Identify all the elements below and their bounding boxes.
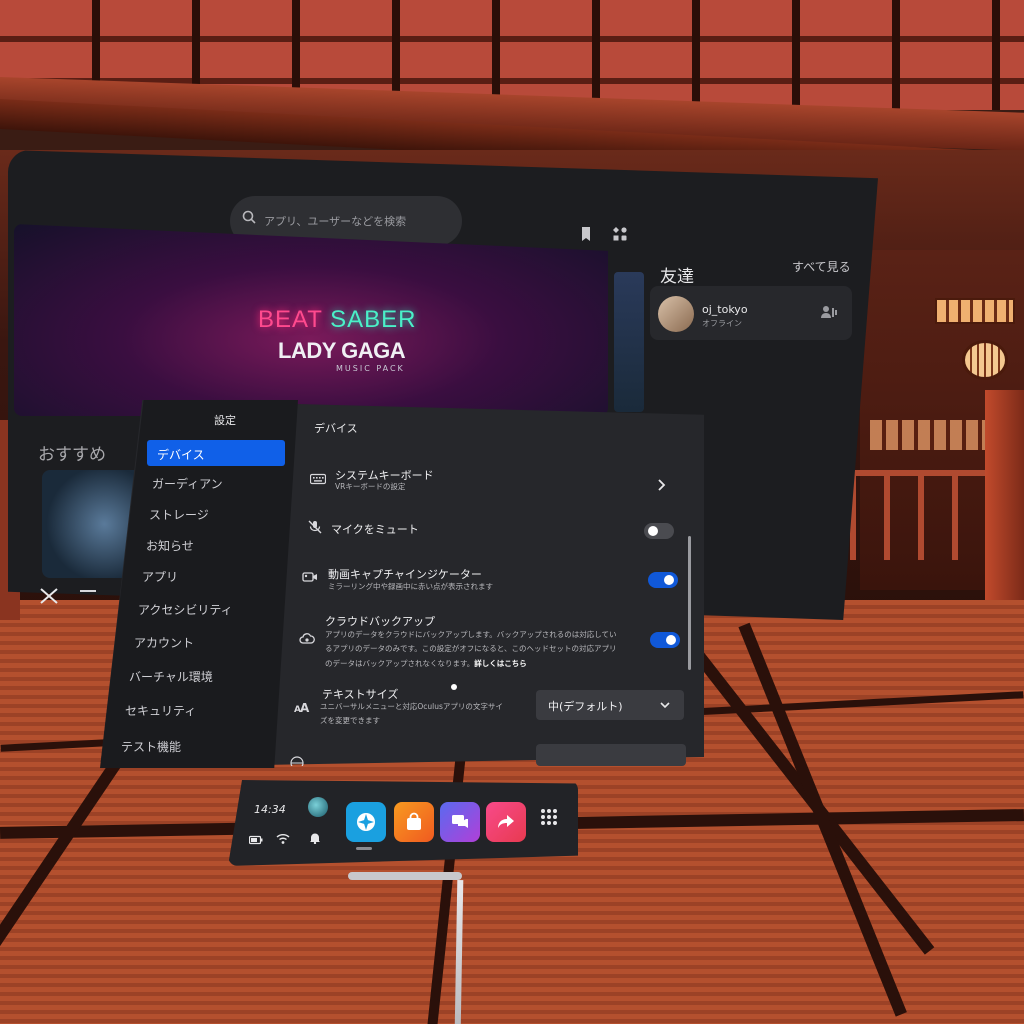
friend-card[interactable]: oj_tokyo オフライン	[650, 286, 852, 340]
sidebar-item-guardian[interactable]: ガーディアン	[152, 475, 223, 492]
capture-indicator-toggle[interactable]	[648, 572, 678, 588]
hero-artist: LADY GAGA	[278, 338, 406, 363]
bookmark-icon[interactable]	[578, 226, 594, 242]
lit-windows	[935, 298, 1015, 324]
wifi-icon[interactable]	[276, 833, 290, 845]
compass-icon	[357, 813, 375, 831]
sidebar-item-accessibility[interactable]: アクセシビリティ	[138, 601, 233, 618]
mic-muted-icon	[308, 520, 322, 534]
next-banner-preview[interactable]	[614, 272, 644, 412]
avatar[interactable]	[308, 797, 328, 817]
globe-icon	[290, 756, 304, 766]
svg-text:A: A	[300, 701, 310, 714]
friend-status: オフライン	[702, 319, 742, 328]
video-camera-icon	[302, 572, 317, 582]
capture-indicator-desc: ミラーリング中や録画中に赤い点が表示されます	[328, 582, 493, 591]
avatar	[658, 296, 694, 332]
cloud-backup-label: クラウドバックアップ	[325, 615, 435, 628]
text-size-desc: ユニバーサルメニューと対応Oculusアプリの文字サイ ズを変更できます	[320, 702, 503, 726]
pointer-dot	[451, 684, 457, 690]
pane-title: デバイス	[314, 422, 358, 435]
learn-more-link[interactable]: 詳しくはこちら	[474, 659, 527, 668]
battery-icon[interactable]	[249, 834, 263, 846]
sidebar-item-account[interactable]: アカウント	[134, 634, 194, 651]
cloud-backup-toggle[interactable]	[650, 632, 680, 648]
sidebar-item-device[interactable]: デバイス	[147, 440, 285, 466]
search-placeholder: アプリ、ユーザーなどを検索	[264, 215, 407, 228]
hero-subtitle: MUSIC PACK	[336, 364, 405, 373]
share-arrow-icon	[498, 815, 514, 828]
social-app-button[interactable]	[440, 802, 480, 842]
wooden-pillar	[985, 390, 1024, 630]
scrollbar[interactable]	[688, 536, 691, 670]
mic-mute-toggle[interactable]	[644, 523, 674, 539]
sidebar-item-virtual-environment[interactable]: バーチャル環境	[129, 668, 213, 685]
keyboard-icon	[310, 473, 326, 485]
search-icon	[242, 210, 256, 224]
close-icon[interactable]	[38, 586, 60, 606]
chevron-right-icon	[658, 479, 666, 491]
controller-pointer-handle	[348, 872, 462, 880]
sidebar-item-notifications[interactable]: お知らせ	[146, 537, 194, 554]
minimize-button[interactable]	[80, 590, 96, 592]
sidebar-item-experimental[interactable]: テスト機能	[121, 738, 181, 755]
balcony-railing	[850, 470, 1000, 560]
cloud-backup-desc: アプリのデータをクラウドにバックアップします。バックアップされるのは対応してい …	[325, 630, 617, 668]
keyboard-desc: VRキーボードの設定	[335, 482, 406, 491]
sidebar-item-apps[interactable]: アプリ	[142, 568, 178, 585]
text-size-icon: A A	[294, 701, 310, 714]
notification-bell-icon[interactable]	[308, 832, 322, 844]
see-all-link[interactable]: すべて見る	[792, 258, 851, 275]
chevron-down-icon	[660, 702, 670, 709]
sidebar-item-security[interactable]: セキュリティ	[125, 702, 196, 719]
friends-title: 友達	[660, 267, 694, 287]
hero-game-title: BEAT SABER	[258, 306, 417, 333]
app-grid-icon[interactable]	[540, 808, 558, 826]
recommended-title: おすすめ	[38, 445, 106, 465]
settings-title: 設定	[214, 414, 236, 427]
sidebar-item-storage[interactable]: ストレージ	[149, 506, 209, 523]
explore-app-button[interactable]	[346, 802, 386, 842]
mic-mute-label: マイクをミュート	[331, 523, 419, 536]
friend-name: oj_tokyo	[702, 303, 748, 316]
clock: 14:34	[254, 803, 286, 816]
library-icon[interactable]	[612, 226, 628, 242]
language-dropdown[interactable]	[536, 744, 686, 766]
cloud-backup-icon	[299, 633, 315, 644]
share-app-button[interactable]	[486, 802, 526, 842]
text-size-value: 中(デフォルト)	[548, 700, 623, 713]
shopping-bag-icon	[407, 812, 421, 830]
store-app-button[interactable]	[394, 802, 434, 842]
active-app-indicator	[356, 847, 372, 850]
party-invite-icon[interactable]	[820, 304, 838, 322]
round-window	[962, 340, 1008, 380]
text-size-dropdown[interactable]: 中(デフォルト)	[536, 690, 684, 720]
chat-icon	[452, 815, 468, 828]
